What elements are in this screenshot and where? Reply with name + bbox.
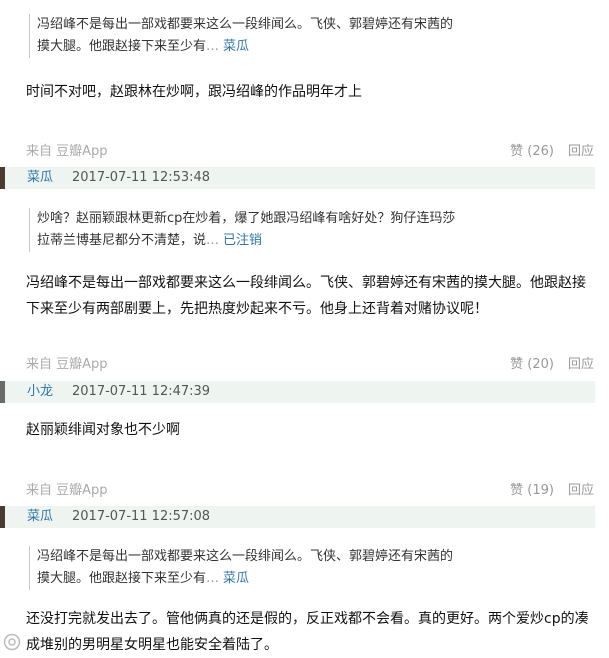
comment-body: 冯绍峰不是每出一部戏都要来这么一段绯闻么。飞侠、郭碧婷还有宋茜的摸大腿。他跟赵接…	[26, 275, 586, 317]
comment-meta: 来自 豆瓣App 赞 (19) 回应	[26, 479, 594, 499]
avatar[interactable]	[0, 506, 5, 528]
quote-block: 冯绍峰不是每出一部戏都要来这么一段绯闻么。飞侠、郭碧婷还有宋茜的摸大腿。他跟赵接…	[29, 14, 457, 58]
comment-time: 2017-07-11 12:47:39	[72, 384, 211, 399]
quote-ellipsis: …	[206, 571, 220, 586]
reply-button[interactable]: 回应	[568, 144, 594, 159]
comment-source: 来自 豆瓣App	[26, 144, 108, 159]
quote-author-link[interactable]: 菜瓜	[223, 39, 249, 54]
comment-body: 还没打完就发出去了。管他俩真的还是假的，反正戏都不会看。真的更好。两个爱炒cp的…	[26, 611, 589, 653]
quote-ellipsis: …	[206, 39, 220, 54]
quote-author-link[interactable]: 已注销	[223, 233, 262, 248]
reply-button[interactable]: 回应	[568, 357, 594, 372]
comment-author-link[interactable]: 菜瓜	[27, 167, 53, 189]
avatar[interactable]	[0, 381, 5, 403]
like-button[interactable]: 赞 (20)	[510, 357, 554, 372]
comment-time: 2017-07-11 12:53:48	[72, 170, 211, 185]
reply-button[interactable]: 回应	[568, 483, 594, 498]
comment-source: 来自 豆瓣App	[26, 483, 108, 498]
comment-header: 菜瓜 2017-07-11 12:57:08	[0, 506, 595, 528]
comment-body: 时间不对吧，赵跟林在炒啊，跟冯绍峰的作品明年才上	[26, 84, 362, 100]
comment-time: 2017-07-11 12:57:08	[72, 509, 211, 524]
comment-source: 来自 豆瓣App	[26, 357, 108, 372]
quote-block: 冯绍峰不是每出一部戏都要来这么一段绯闻么。飞侠、郭碧婷还有宋茜的摸大腿。他跟赵接…	[29, 546, 457, 590]
comment-body: 赵丽颖绯闻对象也不少啊	[26, 422, 180, 438]
quote-ellipsis: …	[206, 233, 220, 248]
quote-author-link[interactable]: 菜瓜	[223, 571, 249, 586]
watermark-logo-icon	[3, 633, 21, 651]
avatar[interactable]	[0, 167, 5, 189]
comment-meta: 来自 豆瓣App 赞 (20) 回应	[26, 353, 594, 373]
like-button[interactable]: 赞 (19)	[510, 483, 554, 498]
quote-block: 炒啥？赵丽颖跟林更新cp在炒着，爆了她跟冯绍峰有啥好处？狗仔连玛莎拉蒂兰博基尼都…	[29, 208, 457, 252]
comment-author-link[interactable]: 菜瓜	[27, 506, 53, 528]
comment-meta: 来自 豆瓣App 赞 (26) 回应	[26, 140, 594, 160]
comment-header: 小龙 2017-07-11 12:47:39	[0, 381, 595, 403]
comment-header: 菜瓜 2017-07-11 12:53:48	[0, 167, 595, 189]
comment-author-link[interactable]: 小龙	[27, 381, 53, 403]
like-button[interactable]: 赞 (26)	[510, 144, 554, 159]
